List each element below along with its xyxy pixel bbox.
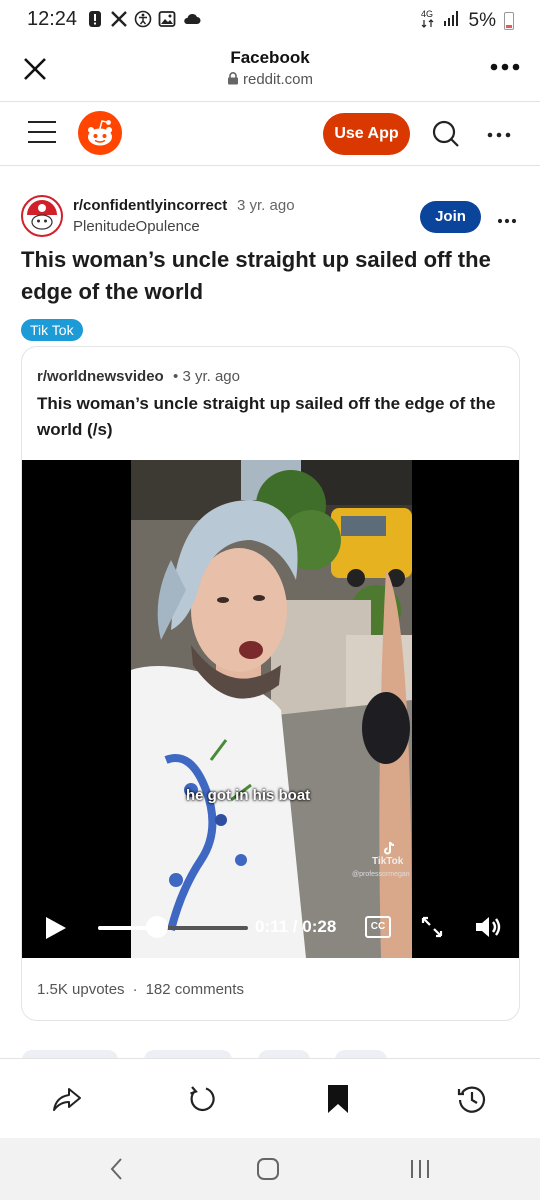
crosspost-subreddit[interactable]: r/worldnewsvideo	[37, 368, 164, 385]
accessibility-icon	[134, 10, 152, 28]
hamburger-line	[28, 131, 56, 133]
signal-icon	[443, 9, 461, 33]
history-icon	[457, 1086, 486, 1113]
home-icon	[257, 1158, 279, 1180]
more-horizontal-icon	[490, 63, 520, 71]
crosspost-title[interactable]: This woman’s uncle straight up sailed of…	[37, 391, 507, 443]
data-transfer-icon: 4G	[421, 8, 435, 34]
more-horizontal-icon	[487, 132, 511, 138]
post-flair[interactable]: Tik Tok	[21, 319, 83, 341]
search-icon	[432, 120, 459, 147]
history-button[interactable]	[456, 1083, 488, 1115]
header-more-button[interactable]	[487, 127, 511, 138]
tiktok-logo-icon	[384, 841, 395, 855]
tiktok-handle: @professormegan	[352, 871, 410, 878]
share-button[interactable]	[51, 1083, 83, 1115]
video-caption: he got in his boat	[186, 787, 311, 804]
subreddit-name[interactable]: r/confidentlyincorrect	[73, 197, 227, 214]
status-time: 12:24	[27, 8, 78, 30]
bookmark-button[interactable]	[322, 1083, 354, 1115]
notification-icons	[86, 10, 201, 28]
tiktok-watermark-text: TikTok	[372, 856, 404, 867]
search-button[interactable]	[431, 119, 461, 149]
video-player[interactable]: he got in his boat TikTok @professormega…	[22, 460, 519, 958]
expand-icon	[421, 916, 443, 938]
closed-captions-button[interactable]: CC	[365, 916, 391, 938]
x-logo-icon	[110, 10, 128, 28]
refresh-icon	[190, 1086, 215, 1112]
post-more-button[interactable]	[497, 212, 517, 224]
gallery-icon	[158, 10, 176, 28]
use-app-button[interactable]: Use App	[323, 113, 410, 155]
crosspost-time: • 3 yr. ago	[173, 368, 240, 385]
crosspost-time-text: 3 yr. ago	[182, 368, 240, 385]
refresh-button[interactable]	[186, 1083, 218, 1115]
reddit-logo[interactable]	[78, 111, 122, 155]
crosspost-card[interactable]: r/worldnewsvideo • 3 yr. ago This woman’…	[21, 346, 520, 1021]
recents-button[interactable]	[407, 1156, 433, 1182]
browser-title: Facebook	[230, 48, 310, 67]
browser-url[interactable]: reddit.com	[0, 71, 540, 88]
menu-button[interactable]	[28, 121, 56, 145]
seek-bar[interactable]	[98, 926, 248, 930]
more-horizontal-icon	[497, 218, 517, 224]
browser-bottom-toolbar	[0, 1058, 540, 1138]
fullscreen-button[interactable]	[420, 915, 444, 939]
video-timecode: 0:11 / 0:28	[255, 917, 337, 936]
home-button[interactable]	[255, 1156, 281, 1182]
back-button[interactable]	[104, 1156, 130, 1182]
share-icon	[53, 1088, 81, 1111]
subreddit-avatar[interactable]	[21, 195, 63, 237]
seek-handle[interactable]	[145, 916, 168, 938]
url-text: reddit.com	[242, 71, 314, 88]
in-app-browser-bar: Facebook reddit.com	[0, 40, 540, 102]
battery-percent: 5%	[468, 10, 496, 31]
status-right: 4G 5%	[421, 8, 514, 34]
post-title[interactable]: This woman’s uncle straight up sailed of…	[21, 244, 521, 308]
post-stats: 1.5K upvotes · 182 comments	[37, 981, 244, 998]
status-bar: 12:24 4G 5%	[0, 0, 540, 40]
system-navigation-bar	[0, 1138, 540, 1200]
tiktok-watermark: TikTok	[372, 840, 403, 867]
volume-icon	[476, 917, 501, 937]
recents-icon	[411, 1160, 429, 1178]
reddit-snoo-icon	[78, 111, 122, 155]
comment-count[interactable]: 182 comments	[146, 981, 244, 998]
hamburger-line	[28, 121, 56, 123]
video-frame-image	[131, 460, 412, 958]
lock-icon	[227, 72, 238, 85]
play-icon	[46, 917, 66, 939]
browser-menu-button[interactable]	[490, 60, 520, 72]
play-button[interactable]	[45, 916, 67, 940]
crosspost-separator: •	[173, 368, 179, 385]
svg-text:4G: 4G	[421, 9, 433, 19]
reddit-header: Use App	[0, 102, 540, 166]
upvote-count: 1.5K upvotes	[37, 981, 125, 998]
cloud-icon	[182, 10, 201, 28]
bookmark-icon	[328, 1085, 348, 1113]
post-author[interactable]: PlenitudeOpulence	[73, 218, 200, 235]
stats-separator: ·	[132, 981, 138, 998]
hamburger-line	[28, 141, 56, 143]
subreddit-avatar-icon	[21, 195, 63, 237]
post-time: 3 yr. ago	[237, 197, 295, 214]
alert-icon	[86, 10, 104, 28]
back-chevron-icon	[110, 1158, 122, 1180]
battery-icon	[504, 12, 514, 30]
join-button[interactable]: Join	[420, 201, 481, 233]
volume-button[interactable]	[474, 913, 502, 941]
